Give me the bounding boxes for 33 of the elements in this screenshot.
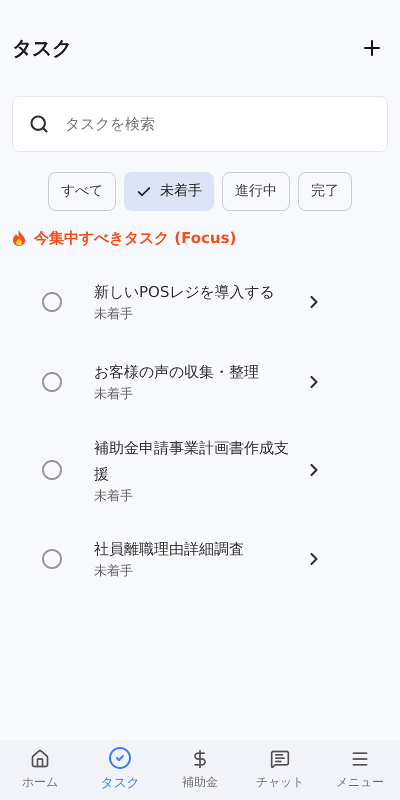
- fire-icon: [12, 230, 26, 246]
- task-status: 未着手: [94, 306, 134, 324]
- task-row[interactable]: 新しいPOSレジを導入する 未着手: [0, 262, 400, 342]
- filter-chip[interactable]: 未着手: [124, 172, 214, 211]
- task-checkbox[interactable]: [42, 549, 62, 569]
- task-title: 社員離職理由詳細調査: [94, 539, 245, 560]
- search-field[interactable]: タスクを検索: [12, 96, 388, 152]
- nav-tab[interactable]: チャット: [240, 749, 320, 791]
- task-title: 補助金申請事業計画書作成支援: [94, 438, 290, 484]
- chat-icon: [270, 749, 290, 769]
- nav-tab[interactable]: 補助金: [160, 749, 240, 791]
- focus-heading: 今集中すべきタスク (Focus): [34, 228, 236, 249]
- home-icon: [30, 749, 50, 769]
- task-status: 未着手: [94, 386, 134, 404]
- task-checkbox[interactable]: [42, 372, 62, 392]
- task-row[interactable]: 社員離職理由詳細調査 未着手: [0, 519, 400, 599]
- task-checkbox[interactable]: [42, 460, 62, 480]
- page-title: タスク: [12, 35, 72, 62]
- task-title: 新しいPOSレジを導入する: [94, 282, 276, 303]
- task-row[interactable]: 補助金申請事業計画書作成支援 未着手: [0, 422, 400, 519]
- task-title: お客様の声の収集・整理: [94, 362, 260, 383]
- task-status: 未着手: [94, 488, 134, 506]
- check-circle-icon: [108, 746, 132, 770]
- filter-chip[interactable]: 進行中: [222, 172, 290, 211]
- task-checkbox[interactable]: [42, 292, 62, 312]
- filter-chip[interactable]: すべて: [48, 172, 116, 211]
- task-row[interactable]: お客様の声の収集・整理 未着手: [0, 342, 400, 422]
- search-input[interactable]: タスクを検索: [65, 112, 371, 136]
- search-icon: [29, 114, 49, 134]
- task-status: 未着手: [94, 563, 134, 582]
- filter-chip[interactable]: 完了: [298, 172, 352, 211]
- nav-tab[interactable]: ホーム: [0, 749, 80, 791]
- nav-tab[interactable]: メニュー: [320, 749, 400, 791]
